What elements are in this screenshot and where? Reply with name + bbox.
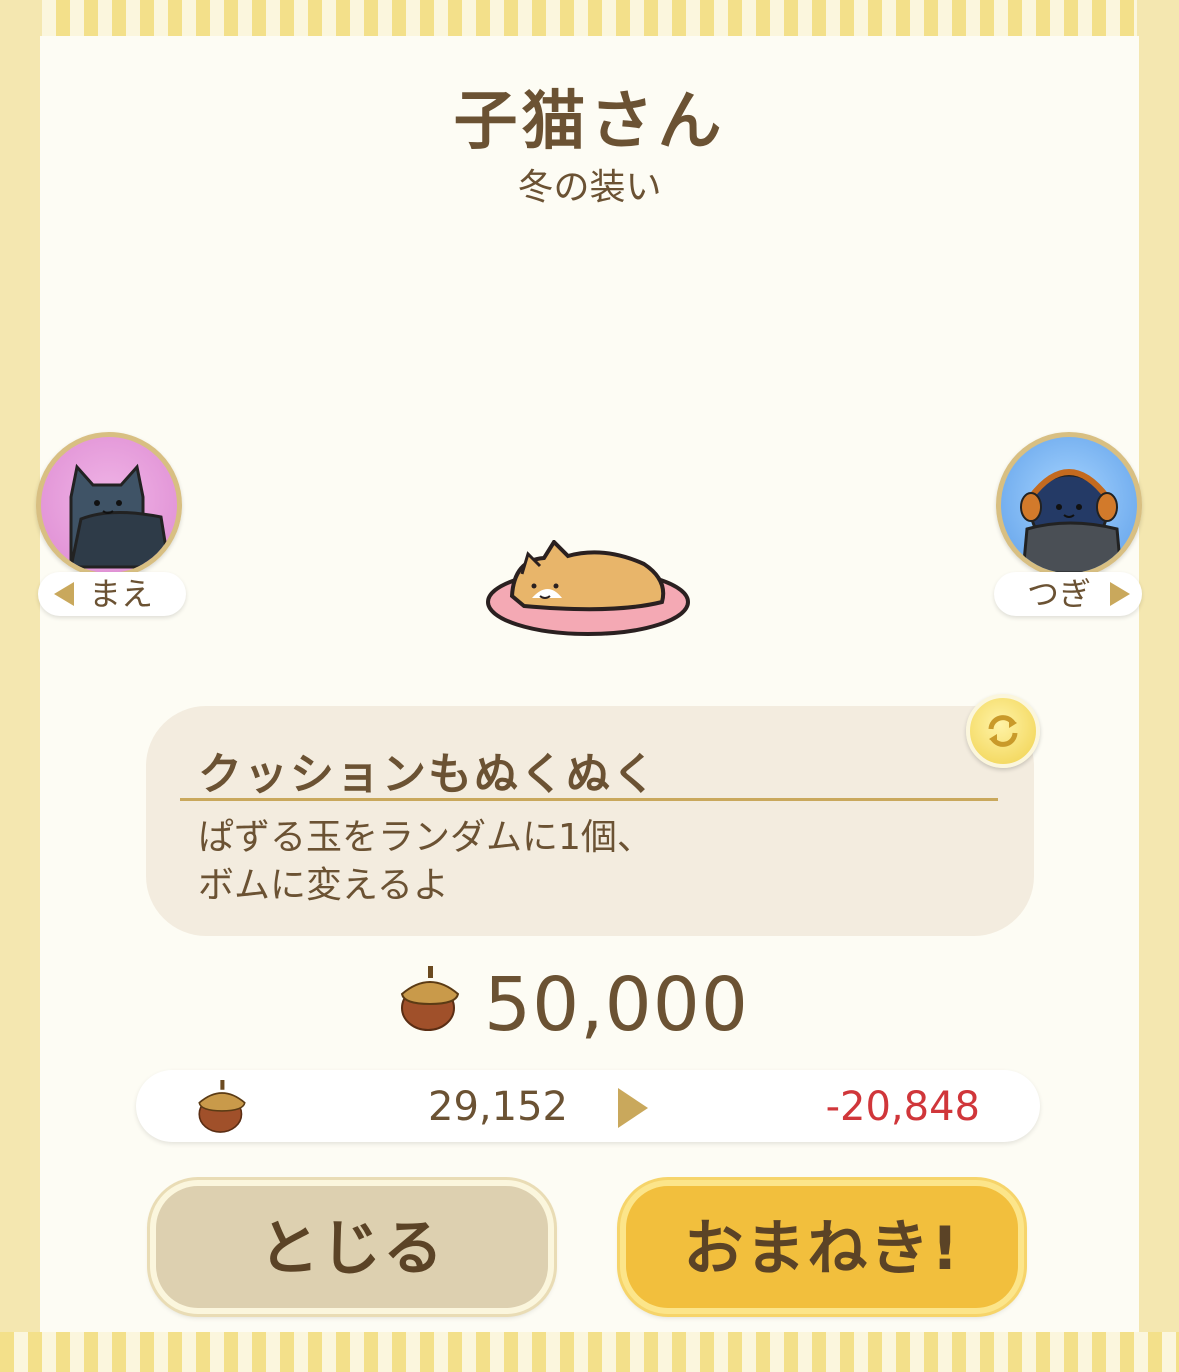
skill-description-line-2: ボムに変えるよ (198, 865, 449, 906)
page-subtitle: 冬の装い (517, 167, 662, 208)
prev-cat-avatar (36, 432, 182, 578)
current-balance: 29,152 (428, 1084, 568, 1130)
skill-description: ぱずる玉をランダムに1個、 ボムに変えるよ (198, 814, 653, 910)
prev-label: まえ (88, 575, 153, 613)
page-title: 子猫さん (453, 85, 726, 159)
close-button[interactable]: とじる (150, 1180, 554, 1314)
refresh-button[interactable] (966, 694, 1040, 768)
refresh-icon (988, 715, 1018, 747)
balance-bar: 29,152 -20,848 (136, 1070, 1040, 1142)
skill-description-line-1: ぱずる玉をランダムに1個、 (198, 817, 653, 858)
cat-on-cushion-image (484, 538, 694, 644)
chevron-left-icon (54, 582, 74, 606)
cost-row: 50,000 (0, 960, 1179, 1050)
invite-button[interactable]: おまねき! (620, 1180, 1024, 1314)
top-stripe-border (0, 0, 1179, 40)
acorn-icon (398, 964, 462, 1036)
next-label: つぎ (1026, 575, 1091, 613)
next-cat-button[interactable]: つぎ (990, 432, 1150, 617)
next-label-pill: つぎ (994, 572, 1142, 616)
bottom-stripe-border (0, 1332, 1179, 1372)
chevron-right-icon (1110, 582, 1130, 606)
divider (180, 798, 998, 801)
skill-name: クッションもぬくぬく (198, 749, 658, 800)
arrow-right-icon (618, 1088, 648, 1128)
cost-amount: 50,000 (484, 962, 749, 1048)
prev-cat-button[interactable]: まえ (30, 432, 190, 617)
acorn-icon (196, 1078, 248, 1138)
balance-difference: -20,848 (825, 1084, 980, 1130)
prev-label-pill: まえ (38, 572, 186, 616)
skill-description-box: クッションもぬくぬく ぱずる玉をランダムに1個、 ボムに変えるよ (146, 706, 1034, 936)
next-cat-avatar (996, 432, 1142, 578)
